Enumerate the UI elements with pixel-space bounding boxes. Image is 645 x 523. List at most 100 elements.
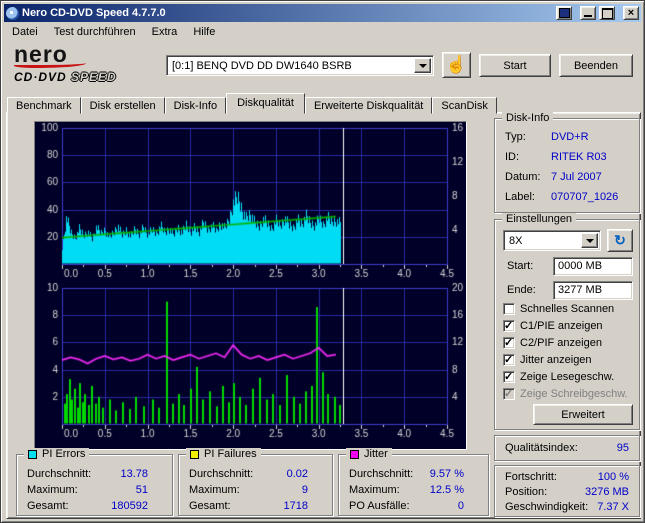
max-label: Maximum: bbox=[189, 484, 240, 496]
checkbox-label: Zeige Schreibgeschw. bbox=[520, 388, 628, 400]
menubar: Datei Test durchführen Extra Hilfe bbox=[4, 23, 641, 41]
pi-errors-swatch bbox=[28, 450, 37, 459]
tab-diskqualitaet[interactable]: Diskqualität bbox=[226, 93, 305, 114]
quality-index-value: 95 bbox=[616, 442, 629, 454]
checkbox-icon bbox=[503, 319, 515, 332]
tab-erweiterte-diskqualitaet[interactable]: Erweiterte Diskqualität bbox=[304, 97, 433, 114]
menu-hilfe[interactable]: Hilfe bbox=[185, 24, 223, 40]
checkbox-icon bbox=[503, 370, 515, 383]
start-label: Start: bbox=[507, 260, 534, 272]
po-failures-value: 0 bbox=[457, 500, 464, 512]
checkbox-c2-pif-anzeigen[interactable]: C2/PIF anzeigen bbox=[503, 336, 602, 350]
avg-value: 13.78 bbox=[120, 468, 148, 480]
tab-content-panel: Disk-Info Typ: DVD+R ID: RITEK R03 Datum… bbox=[6, 112, 641, 519]
end-field[interactable]: 3277 MB bbox=[553, 281, 633, 300]
avg-value: 9.57 % bbox=[429, 468, 464, 480]
checkbox-label: C2/PIF anzeigen bbox=[520, 337, 602, 349]
start-button[interactable]: Start bbox=[479, 54, 551, 77]
avg-value: 0.02 bbox=[286, 468, 308, 480]
minimize-button[interactable] bbox=[580, 6, 596, 20]
quality-index-panel: Qualitätsindex: 95 bbox=[494, 435, 640, 461]
disk-label-label: Label: bbox=[505, 191, 535, 203]
start-field[interactable]: 0000 MB bbox=[553, 257, 633, 276]
jitter-title: Jitter bbox=[364, 448, 388, 460]
total-value: 1718 bbox=[283, 500, 308, 512]
advanced-button[interactable]: Erweitert bbox=[533, 404, 633, 425]
tab-disk-erstellen[interactable]: Disk erstellen bbox=[80, 97, 165, 114]
app-icon bbox=[6, 6, 19, 20]
progress-value: 100 % bbox=[597, 471, 629, 483]
titlebar[interactable]: Nero CD-DVD Speed 4.7.7.0 × bbox=[4, 4, 641, 22]
refresh-button[interactable]: ↻ bbox=[607, 229, 633, 252]
avg-label: Durchschnitt: bbox=[349, 468, 414, 480]
chevron-down-icon bbox=[418, 63, 427, 72]
checkbox-label: C1/PIE anzeigen bbox=[520, 320, 603, 332]
refresh-icon: ↻ bbox=[614, 232, 626, 248]
charts-container bbox=[34, 121, 467, 450]
disk-id-value: RITEK R03 bbox=[551, 151, 607, 163]
tab-scandisk[interactable]: ScanDisk bbox=[432, 97, 497, 114]
checkbox-zeige-schreibgeschw: Zeige Schreibgeschw. bbox=[503, 387, 628, 401]
po-failures-label: PO Ausfälle: bbox=[349, 500, 410, 512]
disk-label-value: 070707_1026 bbox=[551, 191, 619, 203]
window-title: Nero CD-DVD Speed 4.7.7.0 bbox=[22, 7, 166, 19]
checkbox-icon bbox=[503, 336, 515, 349]
settings-group: Einstellungen 8X ↻ Start: 0000 MB Ende: … bbox=[494, 213, 640, 430]
checkbox-label: Schnelles Scannen bbox=[520, 303, 615, 315]
jitter-swatch bbox=[350, 450, 359, 459]
checkbox-label: Jitter anzeigen bbox=[520, 354, 592, 366]
speed-dropdown-arrow[interactable] bbox=[581, 233, 598, 248]
pi-failures-summary: PI Failures Durchschnitt: 0.02 Maximum: 9 … bbox=[178, 448, 333, 516]
checkbox-zeige-lesegeschw[interactable]: Zeige Lesegeschw. bbox=[503, 370, 614, 384]
product-name-cddvd: CD·DVD bbox=[14, 70, 67, 84]
drive-dropdown-arrow[interactable] bbox=[414, 58, 431, 73]
checkbox-schnelles-scannen[interactable]: Schnelles Scannen bbox=[503, 302, 614, 316]
pi-errors-summary: PI Errors Durchschnitt: 13.78 Maximum: 51 … bbox=[16, 448, 173, 516]
speed-label: Geschwindigkeit: bbox=[505, 501, 589, 513]
eject-hand-button[interactable]: ☝ bbox=[442, 52, 471, 78]
speed-value: 7.37 X bbox=[597, 501, 629, 513]
settings-legend: Einstellungen bbox=[502, 213, 577, 226]
disk-date-label: Datum: bbox=[505, 171, 541, 183]
pi-errors-title: PI Errors bbox=[42, 448, 86, 460]
max-label: Maximum: bbox=[349, 484, 400, 496]
tab-disk-info[interactable]: Disk-Info bbox=[164, 97, 227, 114]
close-button[interactable]: × bbox=[623, 6, 639, 20]
total-label: Gesamt: bbox=[27, 500, 69, 512]
nero-brand-text: nero bbox=[14, 41, 68, 67]
position-value: 3276 MB bbox=[584, 486, 629, 498]
avg-label: Durchschnitt: bbox=[189, 468, 254, 480]
checkbox-icon bbox=[503, 303, 515, 315]
product-name-speed: SPEED bbox=[71, 70, 117, 84]
speed-select-value: 8X bbox=[509, 234, 523, 247]
pi-failures-title: PI Failures bbox=[204, 448, 257, 460]
header: nero CD·DVD SPEED [0:1] BENQ DVD DD DW16… bbox=[4, 41, 641, 93]
max-label: Maximum: bbox=[27, 484, 78, 496]
speed-select[interactable]: 8X bbox=[503, 230, 601, 251]
tab-strip: Benchmark Disk erstellen Disk-Info Diskq… bbox=[7, 93, 497, 114]
disk-type-value: DVD+R bbox=[551, 131, 589, 143]
hand-icon: ☝ bbox=[445, 55, 468, 74]
checkbox-jitter-anzeigen[interactable]: Jitter anzeigen bbox=[503, 353, 592, 367]
titlebar-extra-button[interactable] bbox=[556, 6, 572, 20]
progress-label: Fortschritt: bbox=[505, 471, 557, 483]
progress-panel: Fortschritt: 100 % Position: 3276 MB Ges… bbox=[494, 465, 640, 517]
menu-test-durchfuehren[interactable]: Test durchführen bbox=[46, 24, 144, 40]
drive-select-value: [0:1] BENQ DVD DD DW1640 BSRB bbox=[172, 59, 352, 72]
quality-charts-canvas bbox=[35, 122, 466, 449]
quit-button[interactable]: Beenden bbox=[559, 54, 633, 77]
menu-extra[interactable]: Extra bbox=[144, 24, 186, 40]
quality-index-label: Qualitätsindex: bbox=[505, 442, 578, 454]
position-label: Position: bbox=[505, 486, 548, 498]
drive-select[interactable]: [0:1] BENQ DVD DD DW1640 BSRB bbox=[166, 55, 434, 76]
end-label: Ende: bbox=[507, 284, 536, 296]
total-value: 180592 bbox=[111, 500, 148, 512]
tab-benchmark[interactable]: Benchmark bbox=[7, 97, 81, 114]
maximize-button[interactable] bbox=[599, 6, 615, 20]
checkbox-label: Zeige Lesegeschw. bbox=[520, 371, 615, 383]
menu-datei[interactable]: Datei bbox=[4, 24, 46, 40]
checkbox-c1-pie-anzeigen[interactable]: C1/PIE anzeigen bbox=[503, 319, 603, 333]
disk-info-group: Disk-Info Typ: DVD+R ID: RITEK R03 Datum… bbox=[494, 112, 640, 213]
max-value: 12.5 % bbox=[429, 484, 464, 496]
total-label: Gesamt: bbox=[189, 500, 231, 512]
